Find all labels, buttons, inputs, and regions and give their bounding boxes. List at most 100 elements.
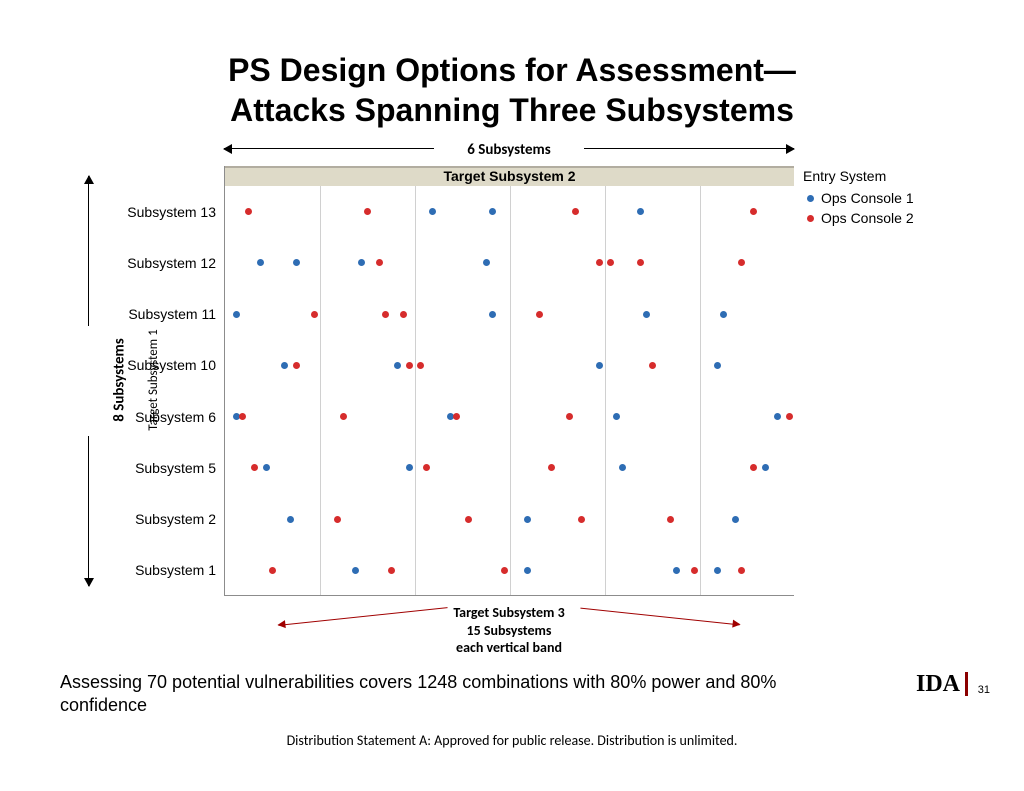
legend: Entry System Ops Console 1 Ops Console 2 [803, 166, 914, 228]
y-tick-label: Subsystem 10 [106, 357, 216, 373]
arrow-down-icon [88, 436, 89, 586]
legend-title: Entry System [803, 166, 914, 186]
data-point [406, 464, 413, 471]
data-point [673, 567, 680, 574]
data-point [750, 464, 757, 471]
assessment-text: Assessing 70 potential vulnerabilities c… [60, 671, 780, 718]
data-point [524, 567, 531, 574]
data-point [311, 311, 318, 318]
page-number: 31 [978, 684, 990, 696]
data-point [483, 259, 490, 266]
data-point [732, 516, 739, 523]
data-point [394, 362, 401, 369]
data-point [257, 259, 264, 266]
legend-dot-icon [807, 195, 814, 202]
data-point [239, 413, 246, 420]
arrow-right-icon [584, 148, 794, 149]
ida-logo: IDA [916, 672, 968, 696]
data-point [269, 567, 276, 574]
y-tick-label: Subsystem 1 [106, 562, 216, 578]
data-point [406, 362, 413, 369]
y-axis-labels: Subsystem 13Subsystem 12Subsystem 11Subs… [110, 186, 220, 596]
data-point [691, 567, 698, 574]
data-point [649, 362, 656, 369]
data-point [382, 311, 389, 318]
distribution-statement: Distribution Statement A: Approved for p… [0, 732, 1024, 749]
data-point [417, 362, 424, 369]
data-point [453, 413, 460, 420]
data-point [637, 259, 644, 266]
data-point [566, 413, 573, 420]
bottom-label-2: 15 Subsystems [224, 622, 794, 640]
data-point [572, 208, 579, 215]
chart-panel: Target Subsystem 2 [224, 166, 794, 596]
panel-divider [320, 186, 321, 595]
data-point [714, 567, 721, 574]
arrow-left-icon [224, 148, 434, 149]
top-axis-annotation: 6 Subsystems [224, 140, 794, 159]
data-point [340, 413, 347, 420]
data-point [596, 259, 603, 266]
data-point [667, 516, 674, 523]
legend-label: Ops Console 2 [821, 210, 914, 226]
arrow-up-icon [88, 176, 89, 326]
data-point [287, 516, 294, 523]
y-tick-label: Subsystem 6 [106, 409, 216, 425]
data-point [423, 464, 430, 471]
data-point [293, 259, 300, 266]
data-point [400, 311, 407, 318]
data-point [607, 259, 614, 266]
slide-title: PS Design Options for Assessment— Attack… [0, 50, 1024, 130]
bottom-label-3: each vertical band [224, 639, 794, 657]
data-point [774, 413, 781, 420]
data-point [548, 464, 555, 471]
data-point [714, 362, 721, 369]
y-tick-label: Subsystem 11 [106, 306, 216, 322]
data-point [388, 567, 395, 574]
y-tick-label: Subsystem 2 [106, 511, 216, 527]
data-point [233, 311, 240, 318]
data-point [762, 464, 769, 471]
data-point [429, 208, 436, 215]
data-point [786, 413, 793, 420]
data-point [720, 311, 727, 318]
data-point [376, 259, 383, 266]
plot-area [225, 186, 794, 595]
bottom-label-1: Target Subsystem 3 [224, 604, 794, 622]
data-point [245, 208, 252, 215]
data-point [489, 311, 496, 318]
data-point [619, 464, 626, 471]
panel-divider [605, 186, 606, 595]
legend-item: Ops Console 2 [803, 208, 914, 228]
data-point [334, 516, 341, 523]
data-point [738, 259, 745, 266]
data-point [643, 311, 650, 318]
facet-strip-header: Target Subsystem 2 [225, 166, 794, 186]
data-point [281, 362, 288, 369]
legend-label: Ops Console 1 [821, 190, 914, 206]
data-point [263, 464, 270, 471]
data-point [524, 516, 531, 523]
panel-divider [700, 186, 701, 595]
data-point [501, 567, 508, 574]
top-axis-label: 6 Subsystems [467, 141, 550, 159]
data-point [489, 208, 496, 215]
title-line-1: PS Design Options for Assessment— [228, 52, 796, 88]
data-point [637, 208, 644, 215]
panel-divider [415, 186, 416, 595]
data-point [578, 516, 585, 523]
data-point [364, 208, 371, 215]
bottom-annotation: Target Subsystem 3 15 Subsystems each ve… [224, 604, 794, 657]
title-line-2: Attacks Spanning Three Subsystems [230, 92, 794, 128]
data-point [465, 516, 472, 523]
data-point [613, 413, 620, 420]
legend-item: Ops Console 1 [803, 188, 914, 208]
data-point [596, 362, 603, 369]
data-point [750, 208, 757, 215]
data-point [536, 311, 543, 318]
data-point [293, 362, 300, 369]
y-tick-label: Subsystem 13 [106, 204, 216, 220]
data-point [352, 567, 359, 574]
data-point [738, 567, 745, 574]
panel-divider [510, 186, 511, 595]
